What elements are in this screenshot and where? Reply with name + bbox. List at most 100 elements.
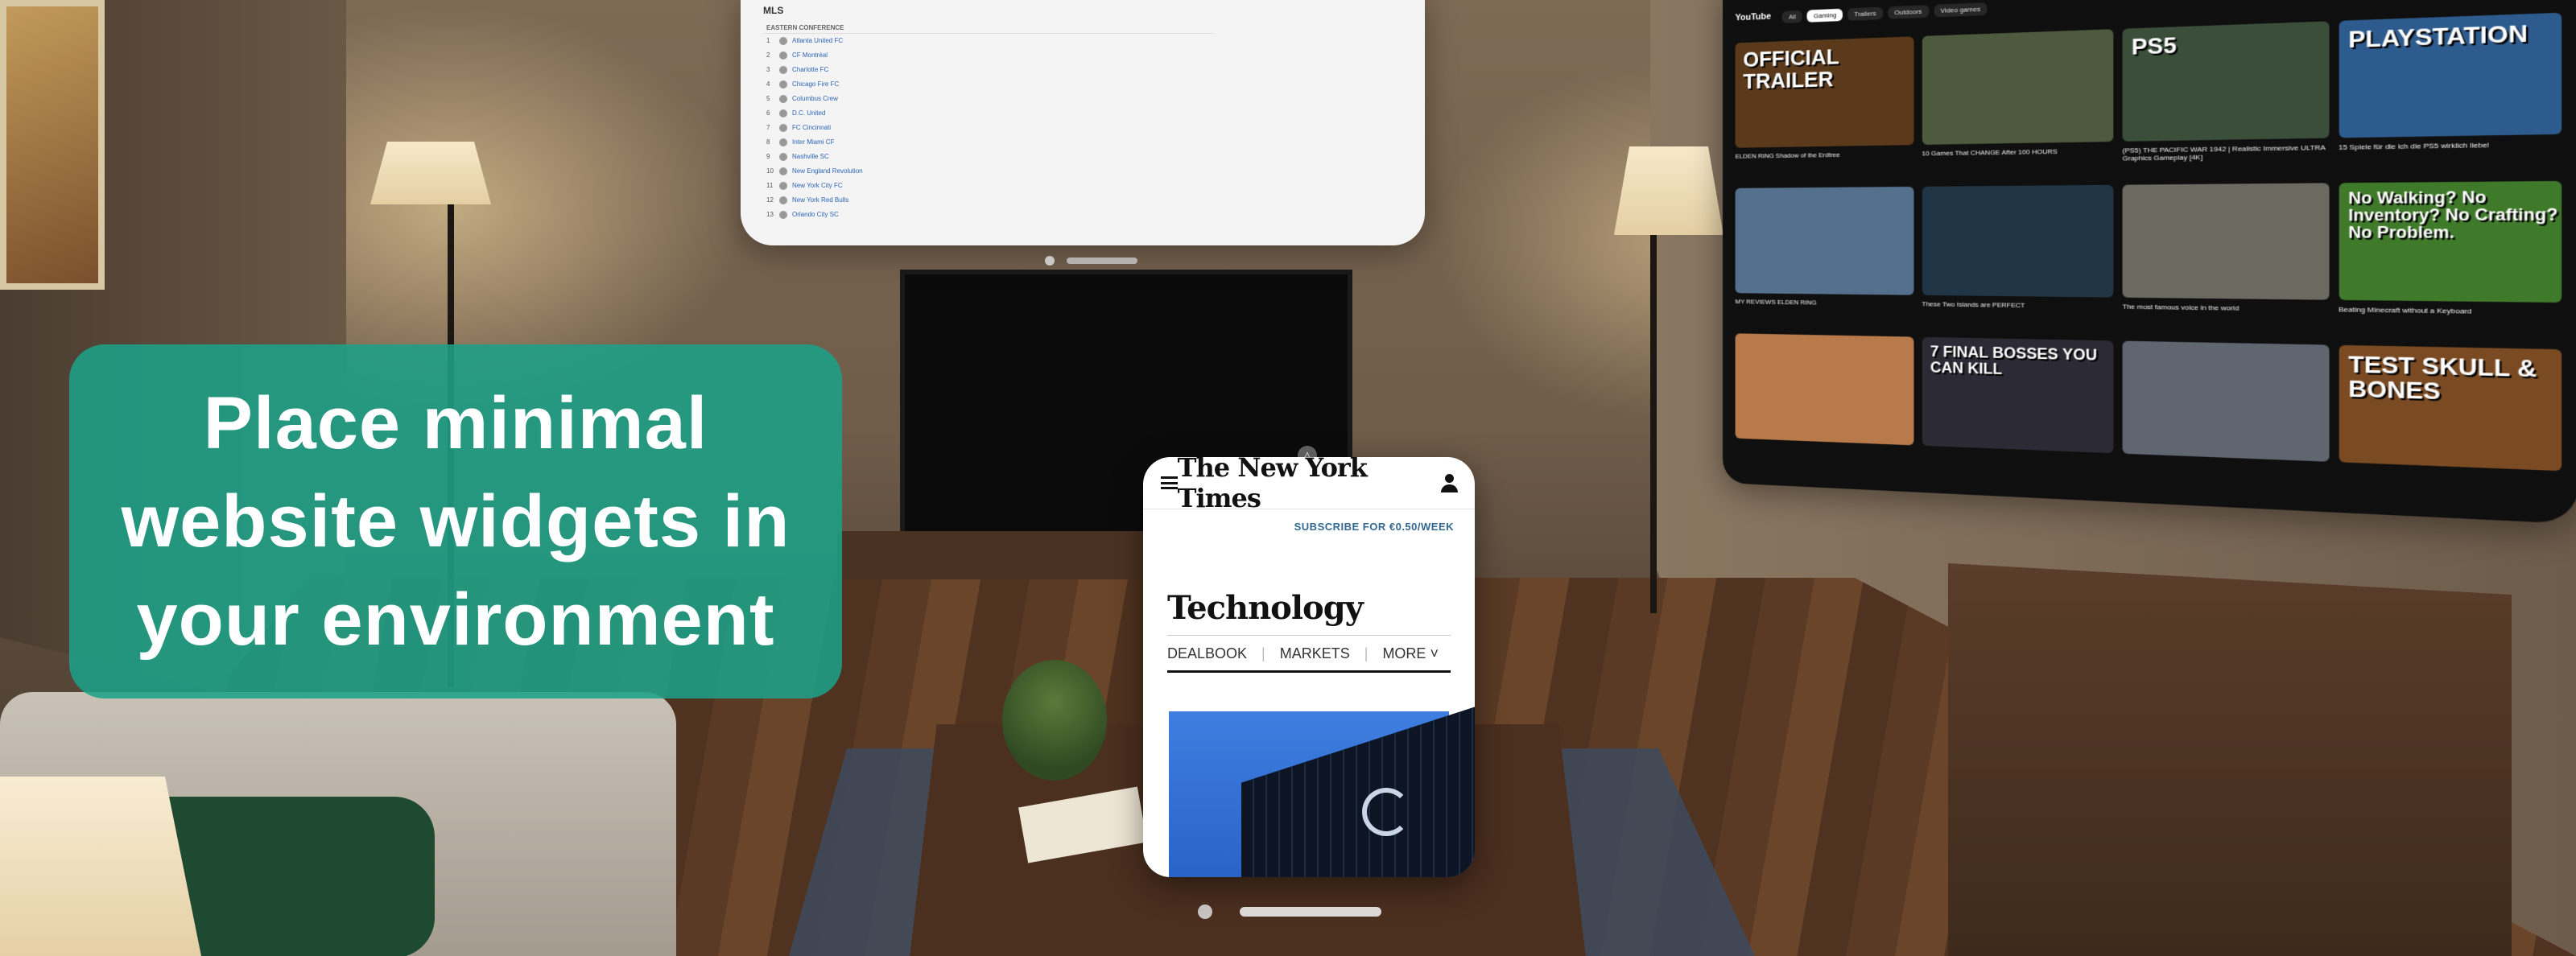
video-thumbnail[interactable]: PS5 [2122,21,2329,142]
team-cell[interactable]: 9 Nashville SC [763,150,1214,164]
standings-row[interactable]: 12 New York Red Bulls [763,193,1214,208]
callout-text: Place minimal website widgets in your en… [122,374,791,669]
video-card[interactable]: These Two Islands are PERFECT [1922,184,2114,332]
video-title[interactable]: 15 Spiele für die ich die PS5 wirklich l… [2339,140,2562,151]
video-thumbnail[interactable]: PLAYSTATION [2339,12,2562,138]
video-card[interactable]: No Walking? No Inventory? No Crafting? N… [2339,180,2562,340]
video-title[interactable]: The most famous voice in the world [2123,303,2329,313]
standings-row[interactable]: 6 D.C. United [763,106,1214,121]
video-card[interactable]: PLAYSTATION 15 Spiele für die ich die PS5… [2339,12,2562,174]
video-card[interactable]: The most famous voice in the world [2122,183,2329,336]
section-divider [1167,635,1451,636]
video-thumbnail[interactable] [2122,340,2329,462]
team-cell[interactable]: 11 New York City FC [763,179,1214,193]
video-card[interactable]: PS5 (PS5) THE PACIFIC WAR 1942 | Realisti… [2122,21,2329,176]
standings-row[interactable]: 10 New England Revolution [763,164,1214,179]
team-cell[interactable]: 13 Orlando City SC [763,208,1214,222]
video-title[interactable]: (PS5) THE PACIFIC WAR 1942 | Realistic I… [2123,143,2329,162]
video-card[interactable] [1735,333,1913,479]
standings-row[interactable]: 7 FC Cincinnati [763,121,1214,135]
wall-painting [0,0,105,290]
youtube-logo: YouTube [1735,11,1772,23]
video-thumbnail[interactable] [2122,183,2329,300]
user-account-icon[interactable] [1440,473,1458,492]
standings-table: EASTERN CONFERENCE 1 Atlanta United FC 2 CF… [763,23,1214,222]
team-rank: 6 [766,109,770,117]
standings-row[interactable]: 2 CF Montréal [763,48,1214,63]
team-cell[interactable]: 3 Charlotte FC [763,63,1214,77]
video-title[interactable]: 10 Games That CHANGE After 100 HOURS [1922,146,2113,158]
thumbnail-overlay-text: OFFICIAL TRAILER [1743,43,1839,94]
team-name: Orlando City SC [792,211,839,219]
video-thumbnail[interactable]: No Walking? No Inventory? No Crafting? N… [2339,180,2562,303]
video-thumbnail[interactable] [1922,29,2114,145]
callout-line-3: your environment [136,579,775,661]
category-chip[interactable]: All [1782,10,1802,24]
team-cell[interactable]: 5 Columbus Crew [763,92,1214,106]
video-card[interactable]: 7 FINAL BOSSES YOU CAN KILL [1922,336,2114,488]
nyt-window-grabber[interactable] [1240,907,1381,917]
team-rank: 1 [766,37,770,45]
video-card[interactable] [2122,340,2329,498]
article-hero-image[interactable] [1169,704,1475,877]
standings-row[interactable]: 3 Charlotte FC [763,63,1214,77]
team-rank: 11 [766,182,774,190]
team-cell[interactable]: 6 D.C. United [763,106,1214,121]
potted-plant [1002,660,1107,781]
standings-row[interactable]: 11 New York City FC [763,179,1214,193]
team-cell[interactable]: 7 FC Cincinnati [763,121,1214,135]
subnav-more[interactable]: MORE ˅ [1382,645,1439,662]
video-thumbnail[interactable] [1922,184,2114,298]
category-chip[interactable]: Video games [1934,2,1988,18]
team-crest-icon [779,66,787,74]
standings-row[interactable]: 13 Orlando City SC [763,208,1214,222]
mls-window-grabber[interactable] [1067,258,1137,264]
standings-row[interactable]: 5 Columbus Crew [763,92,1214,106]
team-cell[interactable]: 8 Inter Miami CF [763,135,1214,150]
team-name: Charlotte FC [792,66,829,74]
mls-standings-widget[interactable]: MLS EASTERN CONFERENCE 1 Atlanta United F… [741,0,1425,245]
video-title[interactable]: Beating Minecraft without a Keyboard [2339,306,2562,317]
video-card[interactable]: MY REVIEWS ELDEN RING [1735,186,1913,328]
video-card[interactable]: OFFICIAL TRAILER ELDEN RING Shadow of the… [1735,36,1913,180]
standings-row[interactable]: 9 Nashville SC [763,150,1214,164]
video-title[interactable]: These Two Islands are PERFECT [1922,300,2113,311]
standings-row[interactable]: 1 Atlanta United FC [763,34,1214,49]
team-cell[interactable]: 12 New York Red Bulls [763,193,1214,208]
team-cell[interactable]: 2 CF Montréal [763,48,1214,63]
team-cell[interactable]: 1 Atlanta United FC [763,34,1214,49]
video-thumbnail[interactable]: TEST SKULL & BONES [2339,344,2562,472]
standings-row[interactable]: 8 Inter Miami CF [763,135,1214,150]
video-thumbnail[interactable]: 7 FINAL BOSSES YOU CAN KILL [1922,336,2114,454]
video-thumbnail[interactable] [1735,186,1913,295]
nyt-widget[interactable]: The New York Times SUBSCRIBE FOR €0.50/W… [1143,457,1475,877]
subnav-markets[interactable]: MARKETS [1280,645,1350,662]
standings-row[interactable]: 4 Chicago Fire FC [763,77,1214,92]
category-chip[interactable]: Gaming [1806,8,1843,23]
video-card[interactable]: 10 Games That CHANGE After 100 HOURS [1922,29,2114,178]
category-chip[interactable]: Trailers [1847,6,1883,21]
category-chip[interactable]: Outdoors [1887,5,1929,19]
video-grid: OFFICIAL TRAILER ELDEN RING Shadow of the… [1723,2,2576,518]
mls-title: MLS [763,5,784,16]
team-rank: 7 [766,124,770,132]
callout-line-1: Place minimal [203,382,708,464]
video-card[interactable]: TEST SKULL & BONES [2339,344,2562,509]
team-cell[interactable]: 4 Chicago Fire FC [763,77,1214,92]
youtube-widget[interactable]: YouTube All Gaming Trailers Outdoors Video g… [1723,0,2576,525]
team-crest-icon [779,52,787,60]
subnav-dealbook[interactable]: DEALBOOK [1167,645,1247,662]
video-title[interactable]: ELDEN RING Shadow of the Erdtree [1736,150,1913,160]
team-cell[interactable]: 10 New England Revolution [763,164,1214,179]
video-thumbnail[interactable] [1735,333,1913,446]
team-rank: 5 [766,95,770,103]
video-title[interactable]: MY REVIEWS ELDEN RING [1736,298,1913,307]
nyt-logo[interactable]: The New York Times [1178,457,1441,513]
team-rank: 12 [766,196,774,204]
video-thumbnail[interactable]: OFFICIAL TRAILER [1735,36,1913,148]
mls-close-dot[interactable] [1045,256,1055,266]
side-shelf [1948,563,2512,956]
nyt-close-dot[interactable] [1198,904,1212,919]
hamburger-menu-icon[interactable] [1161,476,1178,489]
team-name: FC Cincinnati [792,124,832,132]
